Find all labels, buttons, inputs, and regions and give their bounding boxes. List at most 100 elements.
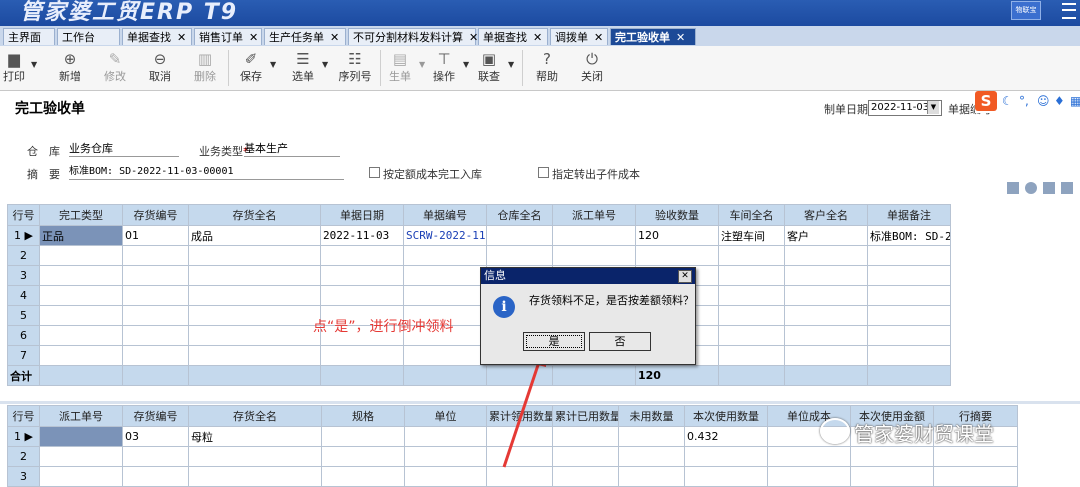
- table-cell[interactable]: [850, 446, 934, 467]
- chat-icon[interactable]: [1025, 182, 1037, 194]
- table-cell[interactable]: [122, 245, 189, 266]
- column-header[interactable]: 存货全名: [188, 204, 321, 226]
- column-header[interactable]: 单据备注: [867, 204, 951, 226]
- column-header[interactable]: 存货编号: [122, 204, 189, 226]
- table-cell[interactable]: [404, 466, 487, 487]
- column-header[interactable]: 车间全名: [718, 204, 785, 226]
- save-button[interactable]: ✐ 保存: [237, 48, 265, 84]
- close-icon[interactable]: ✕: [678, 270, 692, 283]
- table-cell[interactable]: [188, 305, 321, 326]
- table-cell[interactable]: [867, 305, 951, 326]
- table-cell[interactable]: [39, 325, 123, 346]
- table-cell[interactable]: [39, 446, 123, 467]
- table-cell[interactable]: [39, 426, 123, 447]
- table-cell[interactable]: [486, 225, 553, 246]
- tab-transfer[interactable]: 调拨单 ✕: [550, 28, 608, 45]
- table-cell[interactable]: [784, 325, 868, 346]
- fixed-cost-checkbox[interactable]: [369, 167, 380, 178]
- table-cell[interactable]: [618, 466, 685, 487]
- column-header[interactable]: 未用数量: [618, 405, 685, 427]
- table-row[interactable]: 6: [7, 325, 951, 346]
- column-header[interactable]: 单据编号: [403, 204, 487, 226]
- warehouse-field[interactable]: 业务仓库: [69, 141, 179, 157]
- table-cell[interactable]: [784, 245, 868, 266]
- close-icon[interactable]: ✕: [469, 31, 478, 44]
- help-button[interactable]: ? 帮助: [533, 48, 561, 84]
- tab-doc-search-2[interactable]: 单据查找 ✕: [478, 28, 548, 45]
- table-cell[interactable]: [767, 466, 851, 487]
- table-cell[interactable]: [320, 265, 404, 286]
- table-cell[interactable]: [188, 345, 321, 366]
- column-header[interactable]: 完工类型: [39, 204, 123, 226]
- sogou-ime-icon[interactable]: S: [975, 91, 997, 111]
- table-cell[interactable]: [718, 265, 785, 286]
- table-cell[interactable]: [784, 285, 868, 306]
- table-cell[interactable]: [784, 265, 868, 286]
- table-cell[interactable]: [403, 265, 487, 286]
- transfer-cost-checkbox[interactable]: [538, 167, 549, 178]
- chevron-down-icon[interactable]: ▼: [463, 60, 469, 69]
- close-icon[interactable]: ✕: [594, 31, 603, 44]
- table-cell[interactable]: SCRW-2022-11-03-0: [403, 225, 487, 246]
- column-header[interactable]: 仓库全名: [486, 204, 553, 226]
- table-cell[interactable]: 0.432: [684, 426, 768, 447]
- table-cell[interactable]: [486, 245, 553, 266]
- serial-number-button[interactable]: ☷ 序列号: [337, 48, 373, 84]
- table-cell[interactable]: [552, 466, 619, 487]
- moon-icon[interactable]: ☾: [1002, 94, 1013, 108]
- table-cell[interactable]: 正品: [39, 225, 123, 246]
- column-header[interactable]: 行号: [7, 204, 40, 226]
- column-header[interactable]: 存货全名: [188, 405, 322, 427]
- column-header[interactable]: 单据日期: [320, 204, 404, 226]
- table-cell[interactable]: [867, 325, 951, 346]
- table-cell[interactable]: [122, 345, 189, 366]
- table-cell[interactable]: 母粒: [188, 426, 322, 447]
- close-button[interactable]: ⏻ 关闭: [578, 48, 606, 84]
- table-cell[interactable]: 标准BOM: SD-2022-: [867, 225, 951, 246]
- table-cell[interactable]: [784, 305, 868, 326]
- add-button[interactable]: ⊕ 新增: [56, 48, 84, 84]
- table-cell[interactable]: [188, 325, 321, 346]
- table-cell[interactable]: [850, 466, 934, 487]
- generate-button[interactable]: ▤ 生单: [386, 48, 414, 84]
- column-header[interactable]: 累计已用数量: [552, 405, 619, 427]
- microphone-icon[interactable]: ♦: [1054, 94, 1065, 108]
- table-row[interactable]: 4: [7, 285, 951, 306]
- table-cell[interactable]: 成品: [188, 225, 321, 246]
- chevron-down-icon[interactable]: ▼: [270, 60, 276, 69]
- table-cell[interactable]: [684, 446, 768, 467]
- tab-production-task[interactable]: 生产任务单 ✕: [264, 28, 346, 45]
- table-cell[interactable]: [552, 245, 636, 266]
- column-header[interactable]: 本次使用数量: [684, 405, 768, 427]
- table-cell[interactable]: [784, 345, 868, 366]
- tab-workbench[interactable]: 工作台: [57, 28, 120, 45]
- table-cell[interactable]: [122, 446, 189, 467]
- chevron-down-icon[interactable]: ▼: [508, 60, 514, 69]
- table-cell[interactable]: [552, 446, 619, 467]
- table-cell[interactable]: [618, 426, 685, 447]
- table-cell[interactable]: [320, 345, 404, 366]
- tab-main[interactable]: 主界面: [3, 28, 55, 45]
- cancel-button[interactable]: ⊖ 取消: [146, 48, 174, 84]
- iot-icon[interactable]: 物联宝: [1011, 1, 1041, 20]
- table-cell[interactable]: [718, 245, 785, 266]
- column-header[interactable]: 单位: [404, 405, 487, 427]
- tab-doc-search[interactable]: 单据查找 ✕: [122, 28, 192, 45]
- table-cell[interactable]: [188, 265, 321, 286]
- no-button[interactable]: 否: [589, 332, 651, 351]
- close-icon[interactable]: ✕: [177, 31, 186, 44]
- table-cell[interactable]: [321, 446, 405, 467]
- table-row[interactable]: 2: [7, 245, 951, 266]
- table-cell[interactable]: [403, 245, 487, 266]
- column-header[interactable]: 验收数量: [635, 204, 719, 226]
- table-cell[interactable]: 01: [122, 225, 189, 246]
- table-cell[interactable]: [321, 426, 405, 447]
- table-cell[interactable]: [188, 245, 321, 266]
- column-header[interactable]: 行号: [7, 405, 40, 427]
- menu-icon[interactable]: [1062, 3, 1076, 19]
- close-icon[interactable]: ✕: [533, 31, 542, 44]
- operate-button[interactable]: ⊤ 操作: [430, 48, 458, 84]
- table-cell[interactable]: [635, 245, 719, 266]
- table-cell[interactable]: [404, 446, 487, 467]
- table-cell[interactable]: [684, 466, 768, 487]
